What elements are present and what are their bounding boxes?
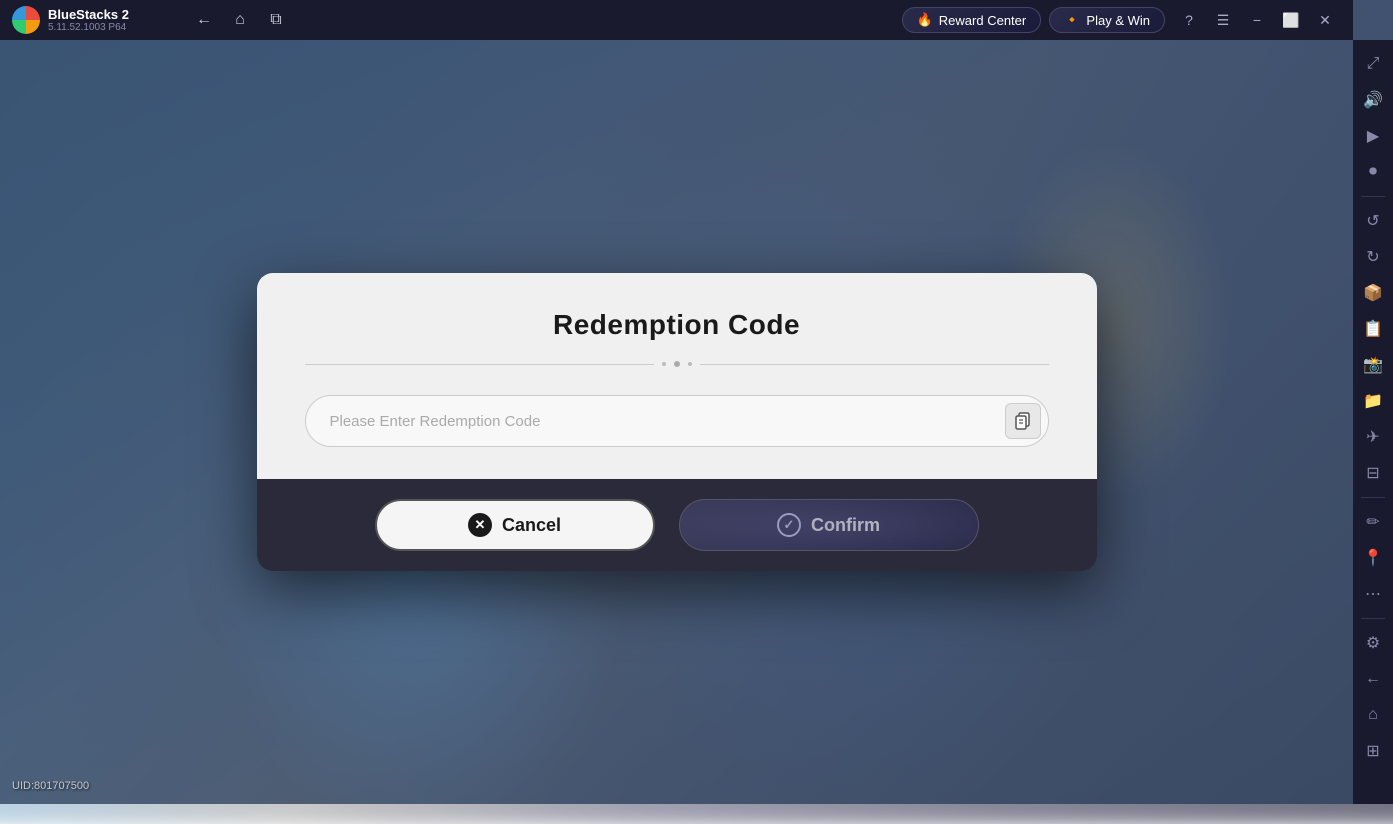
modal-overlay: Redemption Code — [0, 40, 1353, 804]
divider-dot-1 — [662, 362, 666, 366]
sidebar-divider-2 — [1361, 497, 1385, 498]
app-name: BlueStacks 2 — [48, 7, 129, 23]
paste-icon — [1014, 412, 1032, 430]
sidebar-record-icon[interactable]: ⏺ — [1357, 156, 1389, 188]
sidebar-location-icon[interactable]: 📍 — [1357, 542, 1389, 574]
reward-center-button[interactable]: 🔥 Reward Center — [902, 7, 1042, 33]
confirm-icon: ✓ — [777, 513, 801, 537]
topbar-right: 🔥 Reward Center 🔸 Play & Win ? ☰ − ⬜ ✕ — [890, 4, 1353, 36]
redemption-code-input[interactable] — [305, 395, 1049, 447]
help-button[interactable]: ? — [1173, 4, 1205, 36]
right-sidebar: ⤢ 🔊 ▶ ⏺ ↺ ↻ 📦 📋 📸 📁 ✈ ⊟ ✏ 📍 ⋯ ⚙ ← ⌂ ⊞ — [1353, 40, 1393, 804]
sidebar-settings-icon[interactable]: ⚙ — [1357, 627, 1389, 659]
cancel-button[interactable]: ✕ Cancel — [375, 499, 655, 551]
app-branding: BlueStacks 2 5.11.52.1003 P64 — [0, 6, 180, 34]
confirm-label: Confirm — [811, 515, 880, 536]
home-button[interactable]: ⌂ — [224, 4, 256, 36]
coin-icon: 🔸 — [1064, 12, 1080, 28]
sidebar-screenshot-icon[interactable]: 📸 — [1357, 349, 1389, 381]
sidebar-volume-icon[interactable]: 🔊 — [1357, 84, 1389, 116]
restore-button[interactable]: ⬜ — [1275, 4, 1307, 36]
play-win-button[interactable]: 🔸 Play & Win — [1049, 7, 1165, 33]
reward-center-label: Reward Center — [939, 13, 1026, 28]
play-win-label: Play & Win — [1086, 13, 1150, 28]
divider-line-left — [305, 364, 654, 365]
sidebar-package-icon[interactable]: 📦 — [1357, 277, 1389, 309]
dialog-divider — [305, 361, 1049, 367]
fire-icon: 🔥 — [917, 12, 933, 28]
sidebar-back-icon[interactable]: ← — [1357, 663, 1389, 695]
menu-button[interactable]: ☰ — [1207, 4, 1239, 36]
multi-button[interactable]: ⧉ — [260, 4, 292, 36]
cancel-icon: ✕ — [468, 513, 492, 537]
sidebar-more-icon[interactable]: ⋯ — [1357, 578, 1389, 610]
sidebar-plane-icon[interactable]: ✈ — [1357, 421, 1389, 453]
topbar-nav: ← ⌂ ⧉ — [180, 4, 300, 36]
uid-label: UID:801707500 — [12, 780, 89, 792]
window-controls: ? ☰ − ⬜ ✕ — [1173, 4, 1341, 36]
sidebar-edit-icon[interactable]: ✏ — [1357, 506, 1389, 538]
input-wrapper — [305, 395, 1049, 447]
sidebar-divider-3 — [1361, 618, 1385, 619]
topbar: BlueStacks 2 5.11.52.1003 P64 ← ⌂ ⧉ 🔥 Re… — [0, 0, 1353, 40]
sidebar-clipboard-icon[interactable]: 📋 — [1357, 313, 1389, 345]
sidebar-rotate-icon[interactable]: ↺ — [1357, 205, 1389, 237]
divider-dot-2 — [674, 361, 680, 367]
bluestacks-logo — [12, 6, 40, 34]
dialog-title: Redemption Code — [305, 309, 1049, 341]
cancel-label: Cancel — [502, 515, 561, 536]
paste-button[interactable] — [1005, 403, 1041, 439]
app-info: BlueStacks 2 5.11.52.1003 P64 — [48, 7, 129, 34]
sidebar-apps-icon[interactable]: ⊞ — [1357, 735, 1389, 767]
divider-line-right — [700, 364, 1049, 365]
redemption-dialog: Redemption Code — [257, 273, 1097, 571]
sidebar-play-icon[interactable]: ▶ — [1357, 120, 1389, 152]
dialog-top: Redemption Code — [257, 273, 1097, 479]
sidebar-expand-icon[interactable]: ⤢ — [1357, 48, 1389, 80]
app-version: 5.11.52.1003 P64 — [48, 22, 129, 33]
sidebar-home-icon[interactable]: ⌂ — [1357, 699, 1389, 731]
close-button[interactable]: ✕ — [1309, 4, 1341, 36]
confirm-button[interactable]: ✓ Confirm — [679, 499, 979, 551]
sidebar-minimize-icon[interactable]: ⊟ — [1357, 457, 1389, 489]
dialog-bottom: ✕ Cancel ✓ Confirm — [257, 479, 1097, 571]
sidebar-folder-icon[interactable]: 📁 — [1357, 385, 1389, 417]
sidebar-refresh-icon[interactable]: ↻ — [1357, 241, 1389, 273]
sidebar-divider-1 — [1361, 196, 1385, 197]
back-button[interactable]: ← — [188, 4, 220, 36]
divider-dot-3 — [688, 362, 692, 366]
minimize-button[interactable]: − — [1241, 4, 1273, 36]
